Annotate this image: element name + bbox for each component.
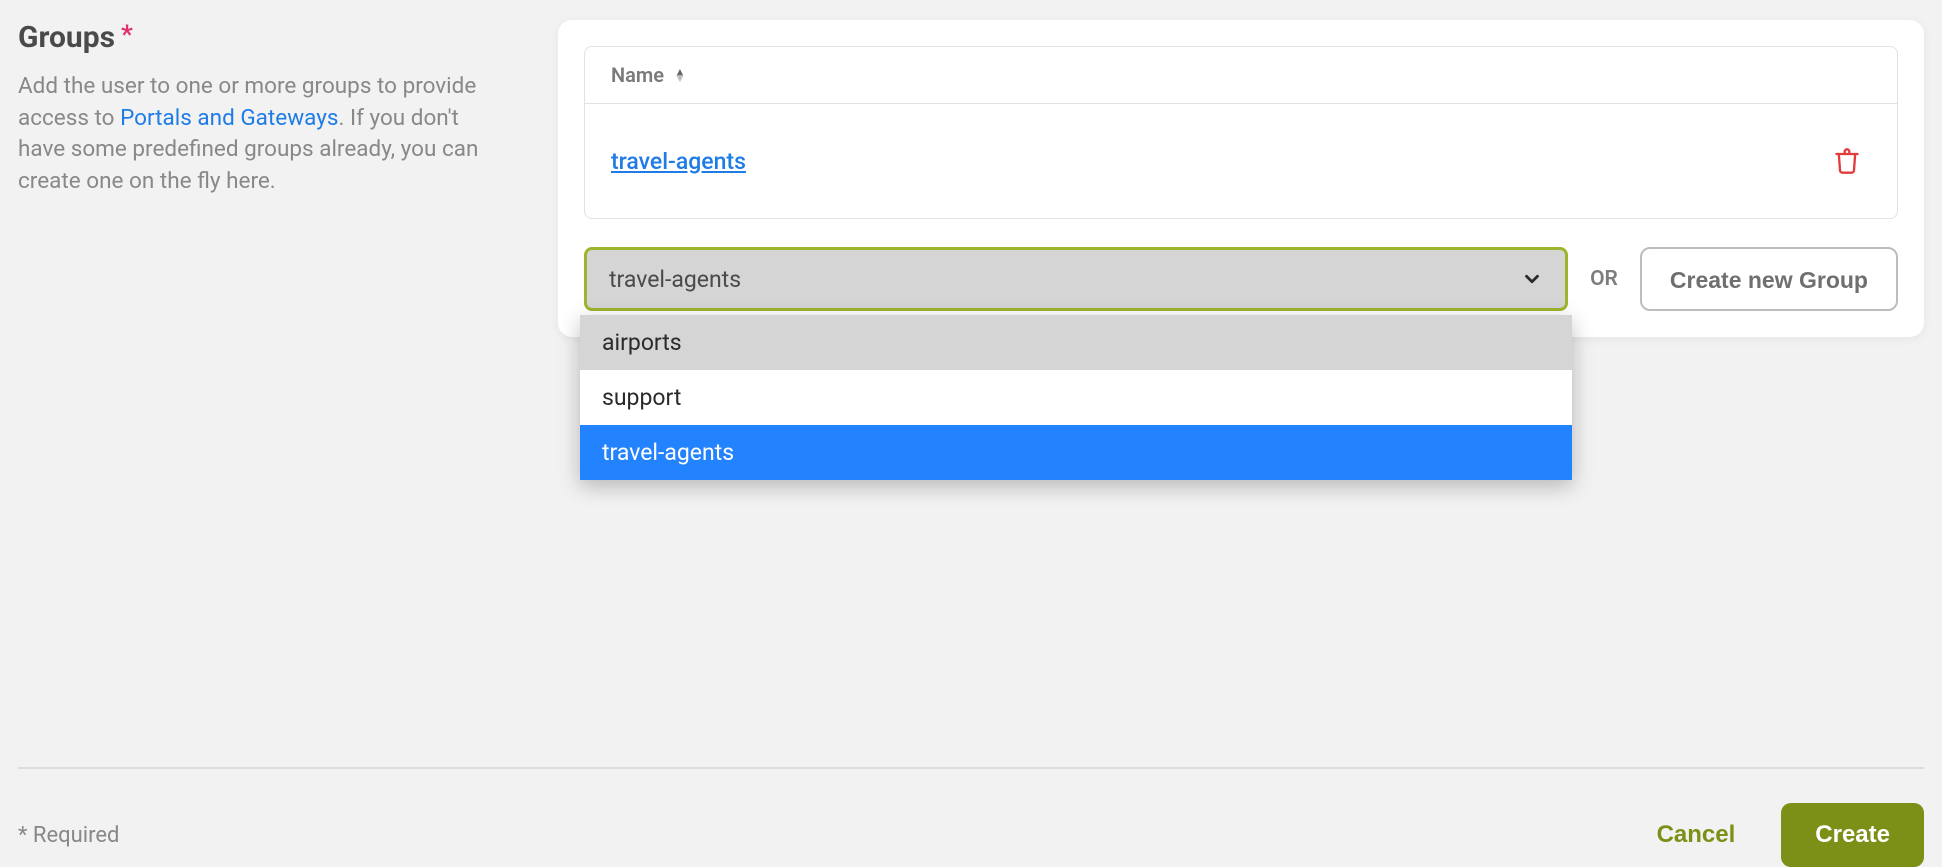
group-select[interactable]: travel-agents	[584, 247, 1568, 311]
column-name[interactable]: Name	[611, 63, 664, 87]
table-header: Name ▲▼	[585, 47, 1897, 104]
create-button[interactable]: Create	[1781, 803, 1924, 867]
required-note: * Required	[18, 823, 119, 848]
create-new-group-button[interactable]: Create new Group	[1640, 247, 1898, 311]
dropdown-option-travel-agents[interactable]: travel-agents	[580, 425, 1572, 480]
dropdown-option-support[interactable]: support	[580, 370, 1572, 425]
groups-table: Name ▲▼ travel-agents	[584, 46, 1898, 219]
table-row: travel-agents	[585, 104, 1897, 218]
section-title-text: Groups	[18, 20, 115, 55]
select-value: travel-agents	[609, 266, 741, 293]
group-dropdown: airports support travel-agents	[580, 315, 1572, 480]
groups-card: Name ▲▼ travel-agents	[558, 20, 1924, 337]
portals-gateways-link[interactable]: Portals and Gateways	[120, 105, 338, 131]
cancel-button[interactable]: Cancel	[1657, 821, 1736, 849]
sort-icon[interactable]: ▲▼	[674, 69, 686, 81]
group-link[interactable]: travel-agents	[611, 148, 746, 175]
or-label: OR	[1590, 267, 1618, 291]
required-asterisk: *	[121, 22, 133, 48]
dropdown-option-airports[interactable]: airports	[580, 315, 1572, 370]
chevron-down-icon	[1521, 268, 1543, 290]
section-description: Add the user to one or more groups to pr…	[18, 71, 498, 197]
section-title: Groups *	[18, 20, 498, 55]
trash-icon[interactable]	[1833, 146, 1861, 176]
